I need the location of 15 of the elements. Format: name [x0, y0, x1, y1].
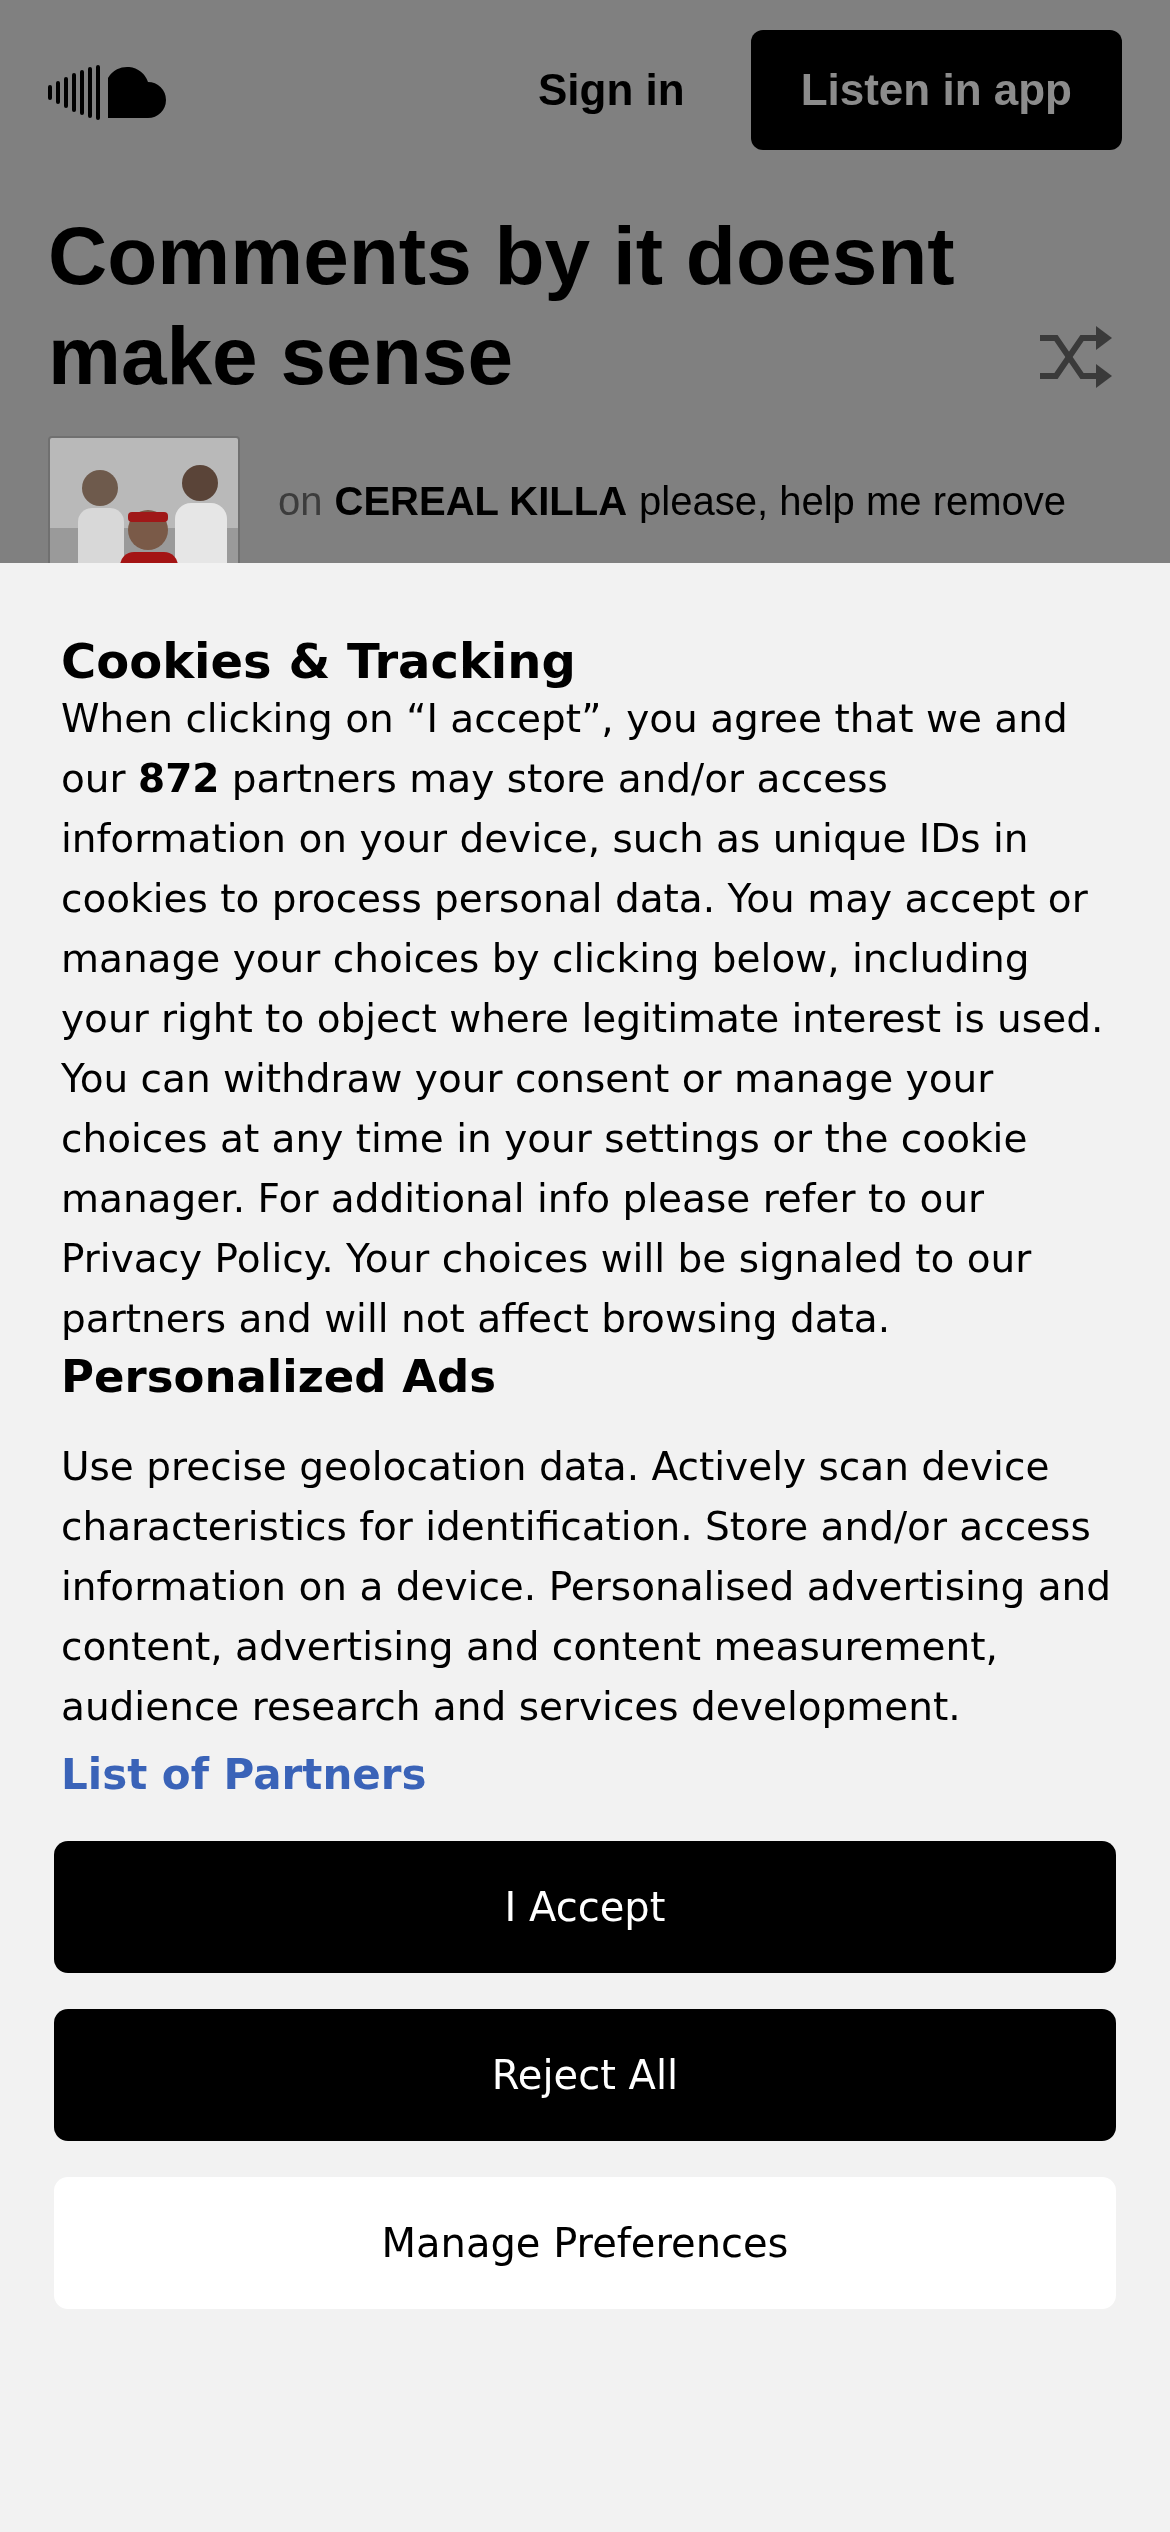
comment-prefix: on: [278, 478, 323, 525]
section-title: Personalized Ads: [61, 1349, 498, 1405]
shuffle-icon[interactable]: [1038, 326, 1114, 388]
page-title: Comments by it doesnt make sense: [48, 209, 956, 403]
comment-text: please, help me remove: [639, 478, 1066, 525]
consent-body: When clicking on “I accept”, you agree that we and our 872 partners may store and/or access information on your device, such as unique IDs in cookies to process personal data. You may accept or manage your choices by clicking below, including your right to object where legitimate interest is used. You can withdraw your consent or manage your choices at any time in your settings or the cookie manager. For additional info please refer to our Privacy Policy. Your choices will be signaled to our partners and will not affect browsing data.: [61, 695, 1105, 1343]
listen-in-app-button[interactable]: Listen in app: [750, 30, 1122, 150]
consent-title: Cookies & Tracking: [61, 633, 577, 689]
partners-link[interactable]: List of Partners: [61, 1745, 1109, 1805]
sign-in-link[interactable]: Sign in: [538, 57, 685, 123]
secondary-button[interactable]: Manage Preferences: [54, 2177, 1116, 2309]
track-link[interactable]: CEREAL KILLA: [334, 471, 628, 531]
primary-button[interactable]: I Accept: [54, 1841, 1116, 1973]
purposes-text: Use precise geolocation data. Actively scan device characteristics for identification. Store and/or access information on a device. Personalised advertising and content, advertising and content measurement, audience research and services development.: [61, 1443, 1113, 1731]
primary-button[interactable]: Reject All: [54, 2009, 1116, 2141]
